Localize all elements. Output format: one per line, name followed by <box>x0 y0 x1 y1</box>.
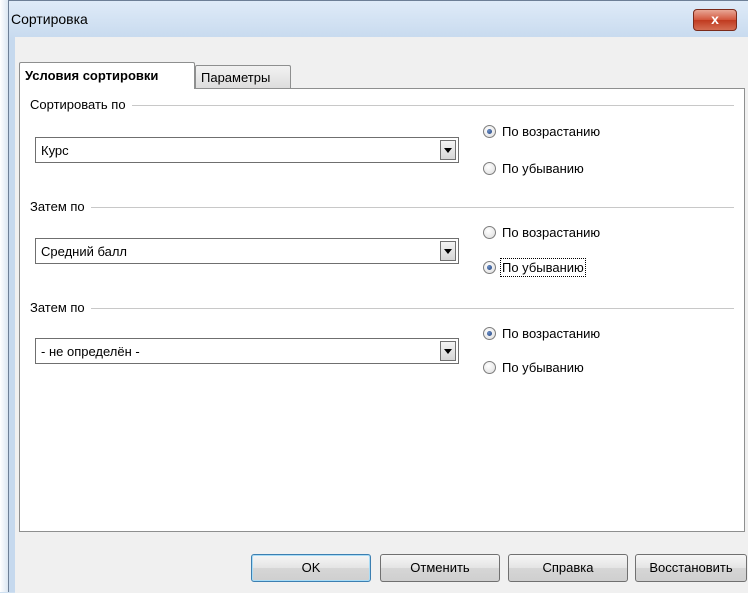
sort-key-3-label: Затем по <box>30 300 91 315</box>
radio-checked-icon <box>483 261 496 274</box>
group-separator <box>30 207 734 208</box>
radio-checked-icon <box>483 125 496 138</box>
group-separator <box>30 105 734 106</box>
tab-options-label: Параметры <box>201 70 271 85</box>
sort-key-2-ascending-label: По возрастанию <box>502 225 601 240</box>
radio-unchecked-icon <box>483 226 496 239</box>
sort-key-1-descending-label: По убыванию <box>502 161 584 176</box>
sort-key-3-descending-label: По убыванию <box>502 360 584 375</box>
title-bar[interactable]: Сортировка x <box>9 1 748 37</box>
tab-options[interactable]: Параметры <box>195 65 291 89</box>
sort-criteria-panel: Сортировать по Курс По возрастанию По уб… <box>19 88 745 532</box>
ok-button[interactable]: OK <box>251 554 371 582</box>
sort-key-2-label: Затем по <box>30 199 91 214</box>
desktop-edge <box>0 0 8 592</box>
radio-unchecked-icon <box>483 162 496 175</box>
tab-sort-criteria-label: Условия сортировки <box>25 68 159 83</box>
cancel-button[interactable]: Отменить <box>380 554 500 582</box>
sort-key-3-select[interactable]: - не определён - <box>35 338 459 364</box>
radio-checked-icon <box>483 327 496 340</box>
close-icon: x <box>711 11 719 27</box>
close-button[interactable]: x <box>693 9 737 31</box>
sort-key-1-label: Сортировать по <box>30 97 132 112</box>
chevron-down-icon[interactable] <box>440 341 456 361</box>
sort-dialog: Сортировка x Параметры Условия сортировк… <box>8 0 748 593</box>
sort-key-3-value: - не определён - <box>41 344 140 359</box>
chevron-down-icon[interactable] <box>440 140 456 160</box>
group-separator <box>30 308 734 309</box>
sort-key-2-descending-label: По убыванию <box>500 258 586 277</box>
radio-unchecked-icon <box>483 361 496 374</box>
sort-key-2-value: Средний балл <box>41 244 128 259</box>
window-title: Сортировка <box>11 11 88 27</box>
sort-key-1-ascending-label: По возрастанию <box>502 124 601 139</box>
tab-sort-criteria[interactable]: Условия сортировки <box>19 62 195 89</box>
chevron-down-icon[interactable] <box>440 241 456 261</box>
sort-key-1-value: Курс <box>41 143 69 158</box>
sort-key-1-select[interactable]: Курс <box>35 137 459 163</box>
help-button[interactable]: Справка <box>508 554 628 582</box>
dialog-client-area: Параметры Условия сортировки Сортировать… <box>15 37 748 593</box>
sort-key-3-ascending-label: По возрастанию <box>502 326 601 341</box>
sort-key-2-select[interactable]: Средний балл <box>35 238 459 264</box>
reset-button[interactable]: Восстановить <box>635 554 747 582</box>
